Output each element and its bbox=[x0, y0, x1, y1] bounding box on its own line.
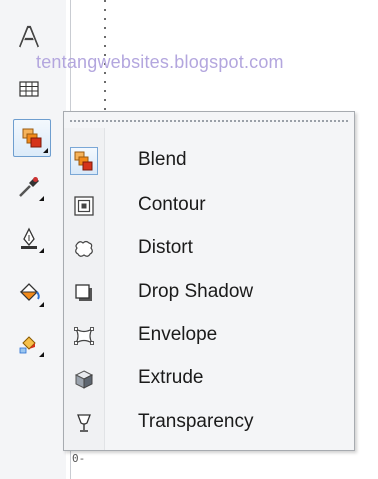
flyout-item-label: Drop Shadow bbox=[138, 281, 254, 302]
flyout-item-label: Blend bbox=[138, 149, 187, 170]
flyout-item-contour[interactable]: Contour bbox=[64, 185, 354, 225]
flyout-item-drop-shadow[interactable]: Drop Shadow bbox=[64, 272, 354, 312]
fill-tool[interactable] bbox=[12, 276, 46, 310]
flyout-item-transparency[interactable]: Transparency bbox=[64, 402, 354, 442]
flyout-item-label: Envelope bbox=[138, 324, 218, 345]
flyout-indicator-icon bbox=[39, 302, 44, 307]
table-tool[interactable] bbox=[12, 72, 46, 106]
flyout-item-label: Contour bbox=[138, 194, 206, 215]
outline-pen-tool-icon bbox=[21, 227, 37, 249]
interactive-fill-tool[interactable] bbox=[12, 326, 46, 360]
text-tool-icon bbox=[18, 25, 40, 48]
flyout-item-label: Distort bbox=[138, 237, 193, 258]
transparency-icon bbox=[72, 411, 96, 435]
interactive-effects-tool-icon bbox=[22, 128, 42, 148]
eyedropper-tool[interactable] bbox=[12, 170, 46, 204]
flyout-indicator-icon bbox=[39, 248, 44, 253]
interactive-fill-tool-icon bbox=[19, 336, 36, 354]
blend-icon bbox=[70, 147, 98, 175]
flyout-item-distort[interactable]: Distort bbox=[64, 228, 354, 268]
outline-pen-tool[interactable] bbox=[12, 222, 46, 256]
flyout-indicator-icon bbox=[39, 352, 44, 357]
text-tool[interactable] bbox=[12, 20, 46, 54]
flyout-item-extrude[interactable]: Extrude bbox=[64, 358, 354, 398]
extrude-icon bbox=[72, 367, 96, 391]
ruler-label: 0- bbox=[72, 452, 86, 465]
envelope-icon bbox=[72, 324, 96, 348]
watermark-text: tentangwebsites.blogspot.com bbox=[36, 52, 284, 72]
flyout-indicator-icon bbox=[43, 148, 48, 153]
table-tool-icon bbox=[19, 81, 39, 97]
interactive-effects-tool[interactable] bbox=[13, 119, 51, 157]
contour-icon bbox=[72, 194, 96, 218]
flyout-item-label: Transparency bbox=[138, 411, 254, 432]
distort-icon bbox=[72, 237, 96, 261]
interactive-effects-flyout: Blend Contour Distort Drop Shadow Envelo… bbox=[63, 111, 355, 451]
flyout-indicator-icon bbox=[39, 196, 44, 201]
drop-shadow-icon bbox=[72, 281, 96, 305]
flyout-item-label: Extrude bbox=[138, 367, 204, 388]
flyout-item-envelope[interactable]: Envelope bbox=[64, 315, 354, 355]
flyout-item-blend[interactable]: Blend bbox=[64, 140, 354, 180]
flyout-grip[interactable] bbox=[70, 120, 348, 122]
